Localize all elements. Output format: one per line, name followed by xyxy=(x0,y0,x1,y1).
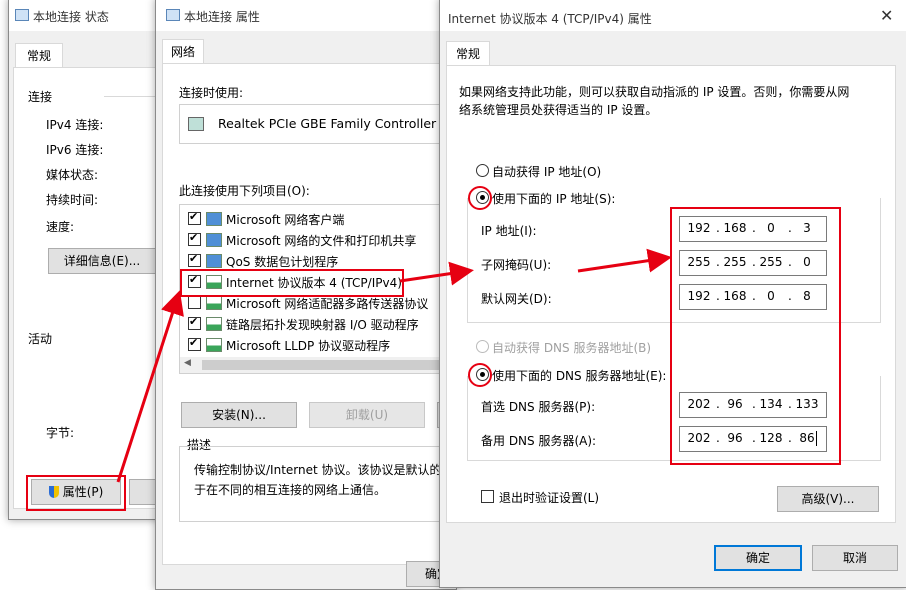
title-bar: 本地连接 状态 xyxy=(9,0,169,31)
media-status-label: 媒体状态: xyxy=(46,168,99,182)
tab-network[interactable]: 网络 xyxy=(162,39,204,64)
auto-dns-label: 自动获得 DNS 服务器地址(B) xyxy=(492,341,652,355)
gateway-label: 默认网关(D): xyxy=(481,292,552,306)
item-checkbox[interactable] xyxy=(188,252,201,267)
item-checkbox[interactable] xyxy=(188,336,201,351)
tab-strip: 网络 xyxy=(156,37,456,64)
scrollbar-thumb[interactable] xyxy=(202,360,442,370)
horizontal-scrollbar[interactable]: ◀ xyxy=(180,357,456,373)
protocol-icon xyxy=(206,338,222,352)
connection-status-window: 本地连接 状态 常规 连接 IPv4 连接: IPv6 连接: 媒体状态: 持续… xyxy=(8,0,170,520)
bytes-label: 字节: xyxy=(46,426,75,440)
intro-text-line1: 如果网络支持此功能，则可以获取自动指派的 IP 设置。否则，你需要从网 xyxy=(459,85,850,99)
uninstall-button: 卸载(U) xyxy=(309,402,425,428)
list-item[interactable]: QoS 数据包计划程序 xyxy=(180,251,456,271)
details-button[interactable]: 详细信息(E)... xyxy=(48,248,156,274)
tab-strip: 常规 xyxy=(9,41,169,68)
ipv4-item-highlight xyxy=(180,269,404,297)
network-icon xyxy=(166,9,180,21)
general-panel: 连接 IPv4 连接: IPv6 连接: 媒体状态: 持续时间: 速度: 详细信… xyxy=(13,67,169,509)
scroll-left-arrow-icon[interactable]: ◀ xyxy=(184,358,191,368)
qos-icon xyxy=(206,254,222,268)
list-item[interactable]: Microsoft 网络客户端 xyxy=(180,209,456,229)
install-button[interactable]: 安装(N)... xyxy=(181,402,297,428)
item-checkbox[interactable] xyxy=(188,231,201,246)
connection-group-label: 连接 xyxy=(28,90,53,104)
title-bar: Internet 协议版本 4 (TCP/IPv4) 属性 ✕ xyxy=(440,0,906,31)
activity-group-label: 活动 xyxy=(28,332,53,346)
speed-label: 速度: xyxy=(46,220,75,234)
network-panel: 连接时使用: Realtek PCIe GBE Family Controlle… xyxy=(162,63,456,565)
close-icon[interactable]: ✕ xyxy=(880,6,893,25)
validate-label: 退出时验证设置(L) xyxy=(499,491,600,505)
window-title: 本地连接 属性 xyxy=(184,10,260,24)
description-text-line2: 于在不同的相互连接的网络上通信。 xyxy=(194,483,387,497)
protocol-icon xyxy=(206,296,222,310)
duration-label: 持续时间: xyxy=(46,193,99,207)
item-checkbox[interactable] xyxy=(188,315,201,330)
ip-fields-highlight xyxy=(670,207,841,465)
tab-strip: 常规 xyxy=(440,39,906,66)
item-label: Microsoft 网络的文件和打印机共享 xyxy=(226,234,417,248)
item-label: Microsoft LLDP 协议驱动程序 xyxy=(226,339,391,353)
advanced-button[interactable]: 高级(V)... xyxy=(777,486,879,512)
window-title: 本地连接 状态 xyxy=(33,10,109,24)
item-label: QoS 数据包计划程序 xyxy=(226,255,339,269)
title-bar: 本地连接 属性 xyxy=(156,0,456,31)
adapter-box: Realtek PCIe GBE Family Controller xyxy=(179,104,456,144)
list-item[interactable]: Microsoft LLDP 协议驱动程序 xyxy=(180,335,456,355)
manual-ip-radio-highlight xyxy=(468,186,492,210)
alternate-dns-label: 备用 DNS 服务器(A): xyxy=(481,434,597,448)
network-client-icon xyxy=(206,212,222,226)
connect-using-label: 连接时使用: xyxy=(179,86,244,100)
ok-button[interactable]: 确定 xyxy=(714,545,802,571)
manual-dns-radio-highlight xyxy=(468,363,492,387)
item-label: Microsoft 网络客户端 xyxy=(226,213,345,227)
list-item[interactable]: Microsoft 网络的文件和打印机共享 xyxy=(180,230,456,250)
file-share-icon xyxy=(206,233,222,247)
items-label: 此连接使用下列项目(O): xyxy=(179,184,310,198)
auto-ip-radio[interactable] xyxy=(476,164,489,177)
tab-general[interactable]: 常规 xyxy=(15,43,63,68)
description-text-line1: 传输控制协议/Internet 协议。该协议是默认的 xyxy=(194,463,442,477)
tab-general[interactable]: 常规 xyxy=(446,41,490,66)
intro-text-line2: 络系统管理员处获得适当的 IP 设置。 xyxy=(459,103,658,117)
ip-address-label: IP 地址(I): xyxy=(481,224,537,238)
auto-dns-radio xyxy=(476,340,489,353)
list-item[interactable]: 链路层拓扑发现映射器 I/O 驱动程序 xyxy=(180,314,456,334)
subnet-mask-label: 子网掩码(U): xyxy=(481,258,552,272)
adapter-icon xyxy=(188,117,204,131)
properties-button-highlight xyxy=(26,475,126,511)
validate-checkbox[interactable] xyxy=(481,490,494,503)
item-checkbox[interactable] xyxy=(188,296,201,309)
ipv4-label: IPv4 连接: xyxy=(46,118,104,132)
ipv6-label: IPv6 连接: xyxy=(46,143,104,157)
adapter-name: Realtek PCIe GBE Family Controller xyxy=(218,116,437,131)
item-label: 链路层拓扑发现映射器 I/O 驱动程序 xyxy=(226,318,419,332)
item-label: Microsoft 网络适配器多路传送器协议 xyxy=(226,297,429,311)
window-title: Internet 协议版本 4 (TCP/IPv4) 属性 xyxy=(448,12,652,26)
auto-ip-label: 自动获得 IP 地址(O) xyxy=(492,165,602,179)
preferred-dns-label: 首选 DNS 服务器(P): xyxy=(481,400,596,414)
description-box: 传输控制协议/Internet 协议。该协议是默认的 于在不同的相互连接的网络上… xyxy=(179,446,456,522)
cancel-button[interactable]: 取消 xyxy=(812,545,898,571)
protocol-icon xyxy=(206,317,222,331)
item-checkbox[interactable] xyxy=(188,210,201,225)
network-icon xyxy=(15,9,29,21)
